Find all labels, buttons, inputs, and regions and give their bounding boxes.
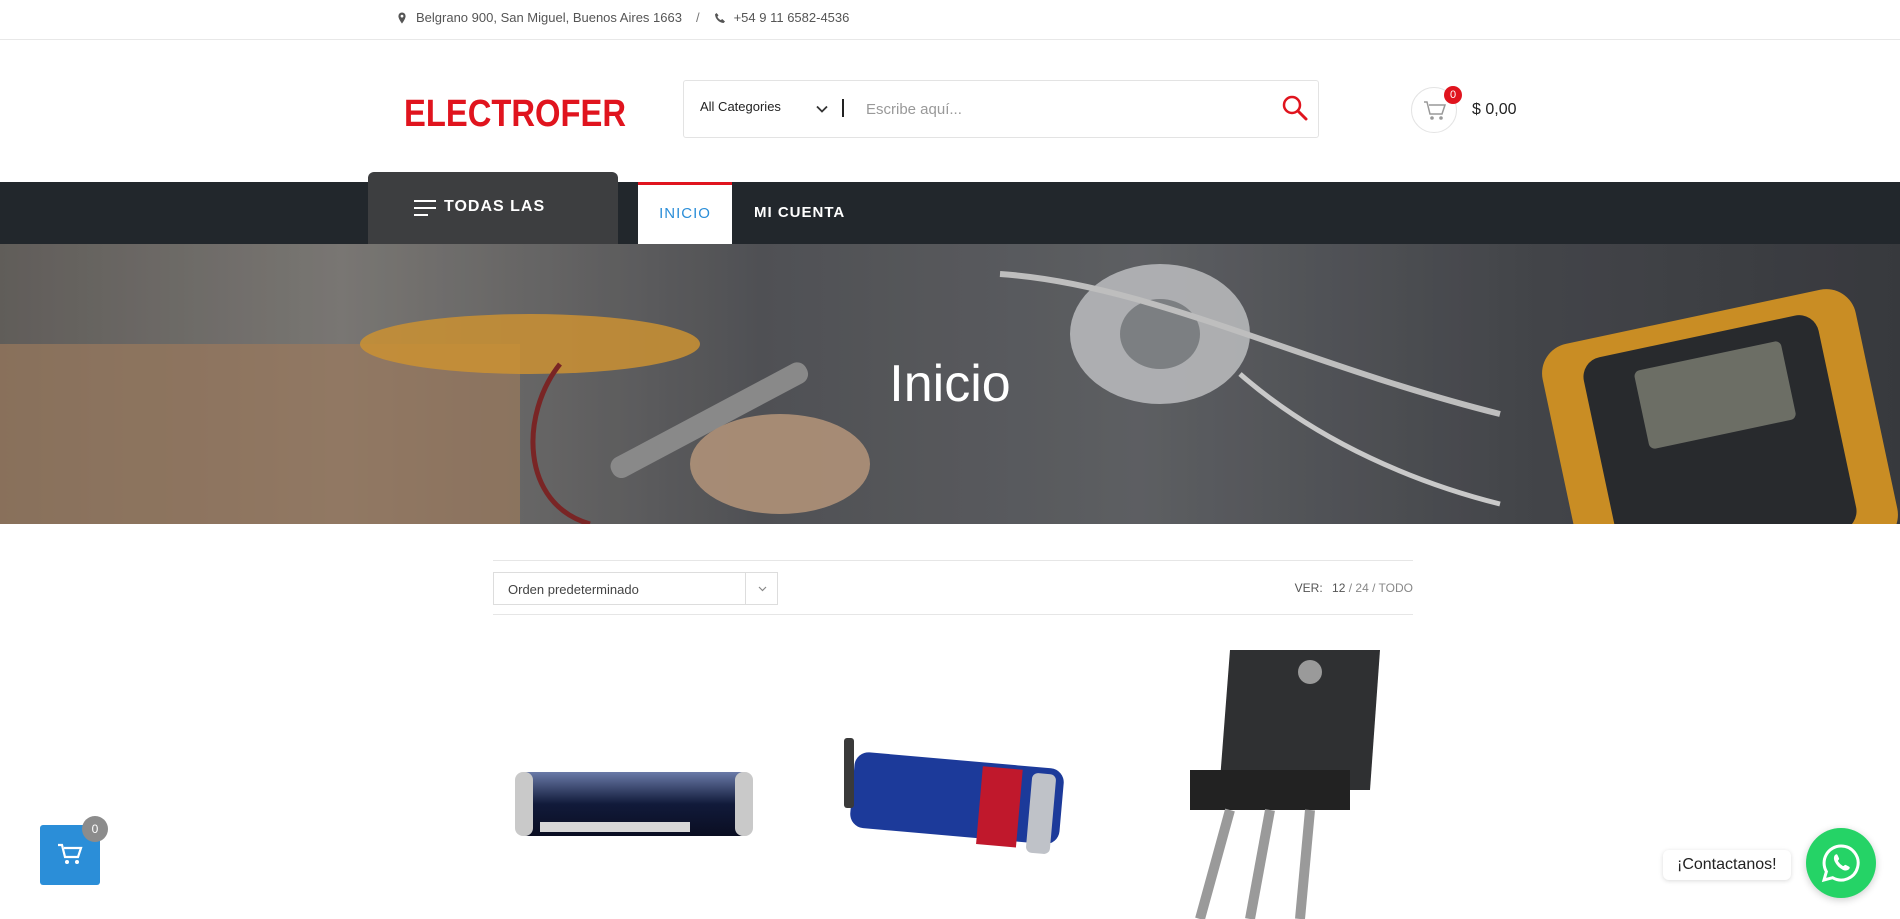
cart-icon xyxy=(1424,101,1447,120)
per-page-option-24[interactable]: 24 xyxy=(1355,581,1368,595)
category-select[interactable]: All Categories xyxy=(700,99,781,114)
store-address: Belgrano 900, San Miguel, Buenos Aires 1… xyxy=(416,10,682,25)
svg-text:ELECTROFER: ELECTROFER xyxy=(404,93,626,132)
whatsapp-icon xyxy=(1821,844,1860,883)
product-image-battery xyxy=(844,738,1064,854)
per-page-option-todo[interactable]: TODO xyxy=(1379,581,1413,595)
chevron-down-icon xyxy=(816,105,828,113)
sort-dropdown-toggle[interactable] xyxy=(745,573,778,604)
per-page-option-12[interactable]: 12 xyxy=(1332,581,1345,595)
site-header: ELECTROFER All Categories 0 $ 0,00 xyxy=(0,40,1900,182)
site-logo[interactable]: ELECTROFER xyxy=(404,90,628,135)
category-select-value: All Categories xyxy=(700,99,781,114)
search-box: All Categories xyxy=(683,80,1319,138)
shop-toolbar: Orden predeterminado VER: 12 / 24 / TODO xyxy=(493,560,1413,615)
cart-total[interactable]: $ 0,00 xyxy=(1472,101,1516,119)
search-icon xyxy=(1282,95,1308,121)
phone-icon xyxy=(714,12,725,23)
product-image-battery xyxy=(515,772,753,836)
product-card[interactable] xyxy=(510,760,760,850)
hero-banner: Inicio xyxy=(0,244,1900,524)
all-categories-label: TODAS LAS xyxy=(444,198,546,215)
per-page-selector: VER: 12 / 24 / TODO xyxy=(1294,581,1413,595)
search-button[interactable] xyxy=(1280,93,1310,123)
separator: / xyxy=(695,10,700,25)
cart-count-badge: 0 xyxy=(1444,86,1462,104)
menu-icon xyxy=(414,200,436,218)
whatsapp-button[interactable] xyxy=(1806,828,1876,898)
cart-icon xyxy=(58,843,83,864)
location-pin-icon xyxy=(398,12,406,23)
product-card[interactable] xyxy=(1160,650,1390,919)
main-nav-bar xyxy=(0,182,1900,244)
whatsapp-contact-label[interactable]: ¡Contactanos! xyxy=(1663,850,1791,880)
sort-order-select[interactable]: Orden predeterminado xyxy=(493,572,778,605)
nav-item-mi-cuenta[interactable]: MI CUENTA xyxy=(754,182,845,244)
top-info-bar: Belgrano 900, San Miguel, Buenos Aires 1… xyxy=(0,0,1900,40)
search-input[interactable] xyxy=(866,95,1266,123)
all-categories-button[interactable]: TODAS LAS xyxy=(368,172,618,244)
sort-order-value: Orden predeterminado xyxy=(508,582,639,597)
store-phone[interactable]: +54 9 11 6582-4536 xyxy=(734,10,850,25)
product-card[interactable] xyxy=(840,730,1070,860)
per-page-label: VER: xyxy=(1294,581,1323,595)
nav-item-inicio[interactable]: INICIO xyxy=(638,182,732,244)
product-image-transistor xyxy=(1190,650,1380,919)
chevron-down-icon xyxy=(758,586,767,592)
floating-cart-count: 0 xyxy=(82,816,108,842)
search-divider xyxy=(842,99,844,117)
page-title: Inicio xyxy=(889,355,1011,413)
